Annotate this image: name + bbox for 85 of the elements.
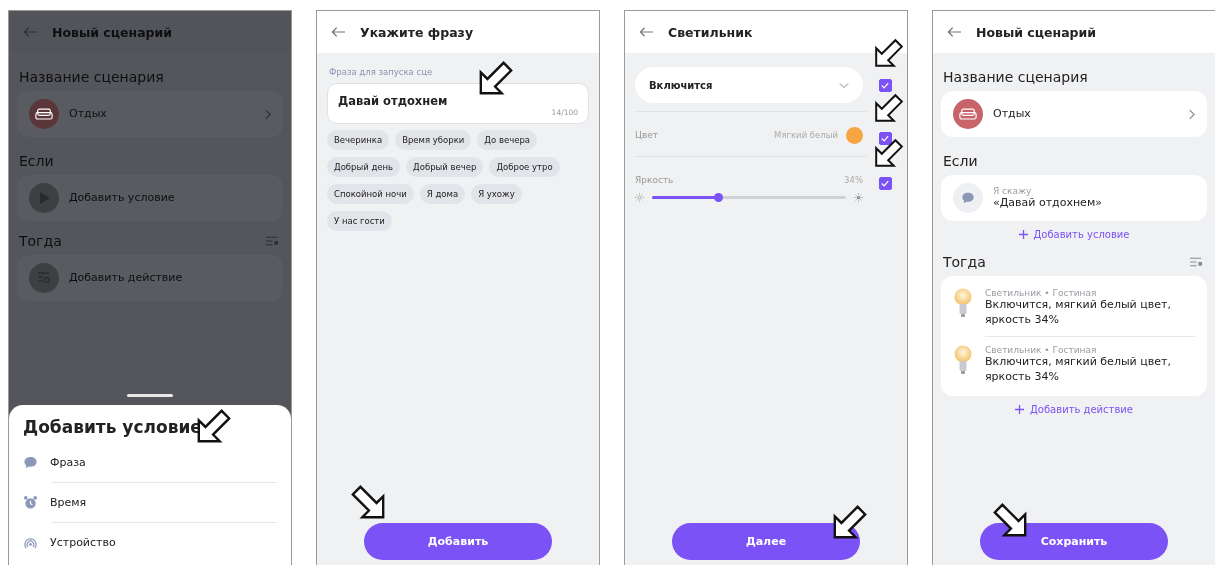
back-arrow-icon[interactable] bbox=[639, 26, 654, 38]
condition-option[interactable]: Фраза bbox=[23, 443, 277, 482]
field-label: Фраза для запуска сце bbox=[329, 67, 434, 77]
pointer-arrow-icon bbox=[991, 501, 1029, 539]
checkmark-icon bbox=[881, 135, 889, 142]
action-text: Включится, мягкий белый цвет, яркость 34% bbox=[985, 298, 1172, 328]
checkbox[interactable] bbox=[878, 177, 892, 190]
sofa-drawing bbox=[35, 107, 53, 121]
phrase-chip[interactable]: Спокойной ночи bbox=[327, 184, 414, 204]
pointer-arrow-icon bbox=[349, 483, 387, 521]
checkmark-icon bbox=[881, 180, 889, 187]
slider-thumb[interactable] bbox=[713, 193, 723, 202]
add-condition-label: Добавить условие bbox=[69, 190, 176, 206]
phrase-chip[interactable]: Вечеринка bbox=[327, 130, 390, 150]
phrase-chip[interactable]: Я дома bbox=[419, 184, 466, 204]
state-dropdown[interactable]: Включится bbox=[635, 67, 863, 103]
setting-value: Мягкий белый bbox=[774, 130, 838, 140]
chevron-down-icon bbox=[839, 81, 849, 89]
light-bulb-icon bbox=[953, 344, 973, 375]
phrase-chip[interactable]: Я ухожу bbox=[471, 184, 522, 204]
add-condition-link[interactable]: Добавить условие bbox=[1014, 221, 1134, 242]
alarm-clock-icon bbox=[23, 495, 38, 510]
signal-waves-icon bbox=[23, 535, 38, 550]
plus-icon bbox=[1018, 230, 1028, 239]
scenario-name: Отдых bbox=[69, 106, 108, 122]
pointer-arrow-icon bbox=[873, 92, 905, 124]
list-filter-icon bbox=[266, 236, 279, 246]
screen-title: Новый сценарий bbox=[52, 24, 173, 40]
checkbox[interactable] bbox=[878, 79, 892, 92]
scenario-name-card[interactable]: Отдых bbox=[941, 91, 1207, 137]
sofa-drawing bbox=[959, 107, 977, 121]
primary-button[interactable]: Далее bbox=[672, 523, 860, 560]
light-bulb-icon bbox=[953, 288, 973, 318]
speech-bubble-icon bbox=[23, 455, 38, 470]
list-filter-icon bbox=[1190, 257, 1203, 267]
action-item[interactable]: Светильник • Гостиная Включится, мягкий белый цвет, яркость 34% bbox=[953, 280, 1195, 336]
phrase-chip[interactable]: Добрый вечер bbox=[406, 157, 484, 177]
setting-value: 34% bbox=[844, 175, 863, 185]
action-text: Включится, мягкий белый цвет, яркость 34% bbox=[985, 354, 1172, 385]
phrase-chip[interactable]: Доброе утро bbox=[489, 157, 560, 177]
screen-title: Укажите фразу bbox=[360, 24, 474, 40]
condition-caption: Я скажу bbox=[993, 185, 1033, 196]
section-heading: Тогда bbox=[943, 254, 986, 270]
chevron-right-icon bbox=[264, 108, 271, 120]
primary-button[interactable]: Сохранить bbox=[980, 523, 1168, 560]
speech-drawing bbox=[961, 191, 975, 205]
condition-option[interactable]: Время bbox=[52, 482, 277, 522]
phrase-chip[interactable]: Время уборки bbox=[395, 130, 472, 150]
sheet-title: Добавить условие bbox=[23, 417, 202, 437]
sun-icon bbox=[854, 193, 863, 202]
add-action-label: Добавить действие bbox=[69, 270, 184, 286]
sun-icon bbox=[635, 193, 644, 202]
back-arrow-icon[interactable] bbox=[947, 26, 962, 38]
primary-button[interactable]: Добавить bbox=[364, 523, 552, 560]
brightness-slider[interactable] bbox=[652, 196, 846, 199]
scenario-name: Отдых bbox=[993, 106, 1032, 122]
pointer-arrow-icon bbox=[831, 503, 869, 541]
screen-title: Светильник bbox=[668, 24, 753, 40]
section-heading: Если bbox=[943, 153, 979, 169]
condition-card[interactable]: Я скажу «Давай отдохнем» bbox=[941, 175, 1207, 221]
section-heading: Тогда bbox=[19, 233, 62, 249]
checkmark-icon bbox=[881, 82, 889, 89]
action-caption: Светильник • Гостиная bbox=[985, 344, 1098, 355]
section-heading: Если bbox=[19, 153, 55, 169]
setting-label: Цвет bbox=[635, 130, 660, 140]
pointer-arrow-icon bbox=[477, 59, 515, 97]
color-swatch[interactable] bbox=[846, 126, 863, 144]
action-item[interactable]: Светильник • Гостиная Включится, мягкий белый цвет, яркость 34% bbox=[985, 335, 1195, 393]
section-heading: Название сценария bbox=[943, 69, 1089, 85]
section-heading: Название сценария bbox=[19, 69, 165, 85]
checkbox[interactable] bbox=[878, 132, 892, 145]
condition-option[interactable]: Устройство bbox=[52, 522, 277, 562]
phrase-chip[interactable]: До вечера bbox=[477, 130, 537, 150]
phrase-chip[interactable]: Добрый день bbox=[327, 157, 401, 177]
back-arrow-icon[interactable] bbox=[331, 26, 346, 38]
setting-label: Яркость bbox=[635, 175, 675, 185]
screen-title: Новый сценарий bbox=[976, 24, 1097, 40]
action-caption: Светильник • Гостиная bbox=[985, 288, 1098, 298]
plus-icon bbox=[1015, 405, 1024, 415]
pointer-arrow-icon bbox=[873, 137, 905, 169]
phrase-chip[interactable]: У нас гости bbox=[327, 211, 392, 231]
condition-text: «Давай отдохнем» bbox=[993, 195, 1103, 211]
chevron-right-icon bbox=[1188, 108, 1195, 120]
add-action-link[interactable]: Добавить действие bbox=[1011, 396, 1137, 418]
sheet-handle[interactable] bbox=[127, 394, 173, 397]
